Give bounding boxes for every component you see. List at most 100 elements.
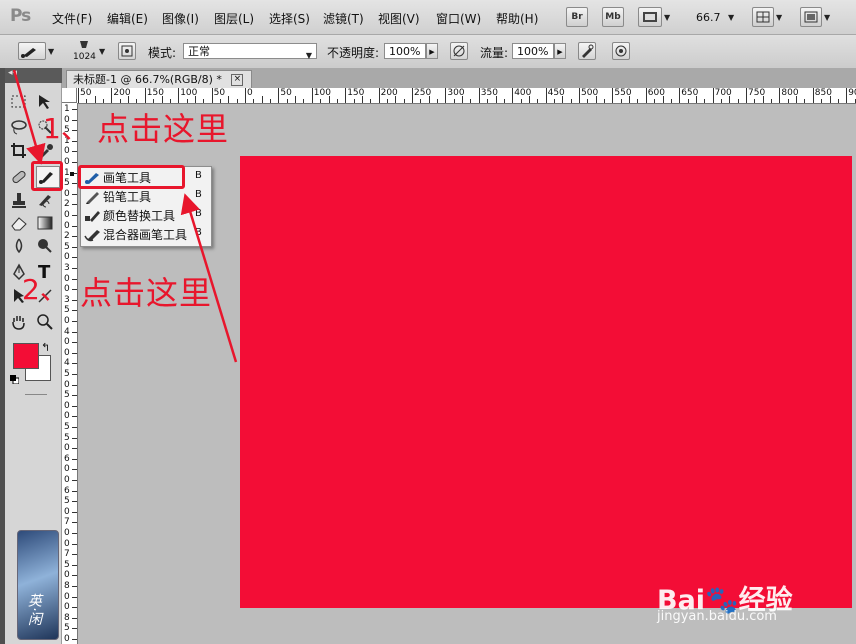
airbrush-icon (582, 44, 594, 58)
opacity-slider-button[interactable]: ▶ (426, 43, 438, 59)
vertical-ruler: 1051001502002503003504004505005506006507… (62, 103, 78, 644)
ruler-minor-tick (286, 99, 288, 103)
document-canvas[interactable] (240, 156, 852, 608)
ruler-tick (746, 88, 747, 103)
menu-image[interactable]: 图像(I) (162, 10, 199, 27)
chevron-down-icon[interactable]: ▼ (824, 13, 830, 22)
gradient-tool[interactable] (35, 213, 57, 233)
chevron-down-icon[interactable]: ▼ (776, 13, 782, 22)
ruler-tick (72, 564, 77, 566)
bridge-button[interactable]: Br (566, 7, 588, 27)
flyout-item-mixer-brush[interactable]: 混合器画笔工具 B (81, 224, 211, 243)
ruler-label: 50 (213, 88, 226, 98)
ruler-tick (378, 88, 380, 103)
baidu-jingyan-url: jingyan.baidu.com (657, 609, 777, 624)
opacity-input[interactable]: 100% (384, 43, 426, 59)
screen-mode-button[interactable] (800, 7, 822, 27)
eraser-tool[interactable] (9, 213, 31, 233)
brush-panel-toggle[interactable] (118, 42, 136, 60)
history-brush-tool[interactable] (35, 190, 57, 210)
dodge-tool[interactable] (35, 236, 57, 256)
ruler-label: 500 (581, 88, 599, 98)
menu-window[interactable]: 窗口(W) (436, 10, 481, 27)
ruler-tick (144, 88, 146, 103)
ruler-tick (512, 88, 514, 103)
blend-mode-select[interactable]: 正常 ▼ (183, 43, 317, 60)
avatar-text: 英·闲 (26, 593, 42, 626)
mini-bridge-button[interactable]: Mb (602, 7, 624, 27)
screen-mode-icon (804, 11, 818, 23)
ruler-tick (72, 204, 77, 206)
ruler-label: 700 (714, 88, 732, 98)
default-colors-button[interactable] (10, 373, 20, 385)
ruler-tick (645, 88, 647, 103)
ruler-label: 5 (64, 178, 70, 189)
ruler-tick (72, 533, 77, 534)
crop-tool[interactable] (9, 141, 31, 161)
ruler-label: 0 (64, 506, 70, 517)
ruler-minor-tick (737, 99, 739, 103)
airbrush-button[interactable] (578, 42, 596, 60)
ruler-label: 0 (64, 220, 70, 231)
document-tab[interactable]: 未标题-1 @ 66.7%(RGB/8) * × (66, 70, 253, 89)
tools-panel-header[interactable]: ◂◂ (5, 68, 62, 83)
collapse-icon[interactable]: ◂◂ (8, 68, 17, 78)
blur-tool[interactable] (9, 236, 31, 256)
ruler-label: 0 (64, 634, 70, 644)
ruler-minor-tick (553, 99, 555, 103)
ruler-tick (72, 458, 77, 460)
tablet-size-button[interactable] (612, 42, 630, 60)
step1-number: 1、 (43, 112, 89, 145)
marquee-tool[interactable] (9, 92, 31, 112)
spot-healing-tool[interactable] (9, 167, 31, 187)
chevron-down-icon[interactable]: ▼ (728, 13, 734, 22)
flyout-item-color-replacement[interactable]: 颜色替换工具 B (81, 205, 211, 224)
chevron-down-icon[interactable]: ▼ (99, 47, 105, 56)
crop-icon (11, 143, 26, 158)
menu-view[interactable]: 视图(V) (378, 10, 420, 27)
chevron-down-icon[interactable]: ▼ (48, 47, 54, 56)
mode-label: 模式: (148, 46, 177, 60)
tablet-opacity-button[interactable] (450, 42, 468, 60)
flow-input[interactable]: 100% (512, 43, 554, 59)
ruler-label: 0 (64, 146, 70, 157)
ruler-origin[interactable] (62, 88, 77, 103)
menu-select[interactable]: 选择(S) (269, 10, 310, 27)
ruler-minor-tick (787, 99, 789, 103)
ruler-label: 5 (64, 559, 70, 570)
hand-tool[interactable] (9, 312, 31, 332)
menu-edit[interactable]: 编辑(E) (107, 10, 148, 27)
menu-layer[interactable]: 图层(L) (214, 10, 254, 27)
foreground-color-swatch[interactable] (13, 343, 39, 369)
tool-preset-picker[interactable] (18, 42, 46, 60)
brush-size-value: 1024 (73, 52, 96, 62)
menu-help[interactable]: 帮助(H) (496, 10, 538, 27)
ruler-minor-tick (654, 99, 656, 103)
ruler-minor-tick (470, 99, 472, 103)
arrange-documents-button[interactable] (752, 7, 774, 27)
ruler-tick (72, 501, 77, 503)
chevron-down-icon[interactable]: ▼ (664, 13, 670, 22)
close-icon[interactable]: × (231, 74, 244, 86)
clone-stamp-tool[interactable] (9, 190, 31, 210)
ruler-minor-tick (353, 99, 355, 103)
ruler-minor-tick (119, 99, 121, 103)
menu-filter[interactable]: 滤镜(T) (323, 10, 364, 27)
lasso-tool[interactable] (9, 117, 31, 137)
active-tool-marker (70, 172, 74, 176)
ruler-tick (72, 395, 77, 397)
ruler-tick (178, 88, 180, 103)
zoom-level[interactable]: 66.7 (696, 11, 721, 24)
ruler-tick (72, 215, 77, 216)
flow-slider-button[interactable]: ▶ (554, 43, 566, 59)
ruler-tick (72, 639, 77, 640)
ruler-label: 5 (64, 369, 70, 379)
ruler-minor-tick (637, 99, 639, 103)
brush-size-picker[interactable]: 1024 (70, 39, 100, 65)
swap-colors-icon[interactable]: ↰ (41, 341, 50, 354)
ruler-minor-tick (837, 99, 839, 103)
ruler-minor-tick (537, 99, 539, 103)
view-extras-button[interactable] (638, 7, 662, 27)
zoom-tool[interactable] (35, 312, 57, 332)
menu-file[interactable]: 文件(F) (52, 10, 92, 27)
